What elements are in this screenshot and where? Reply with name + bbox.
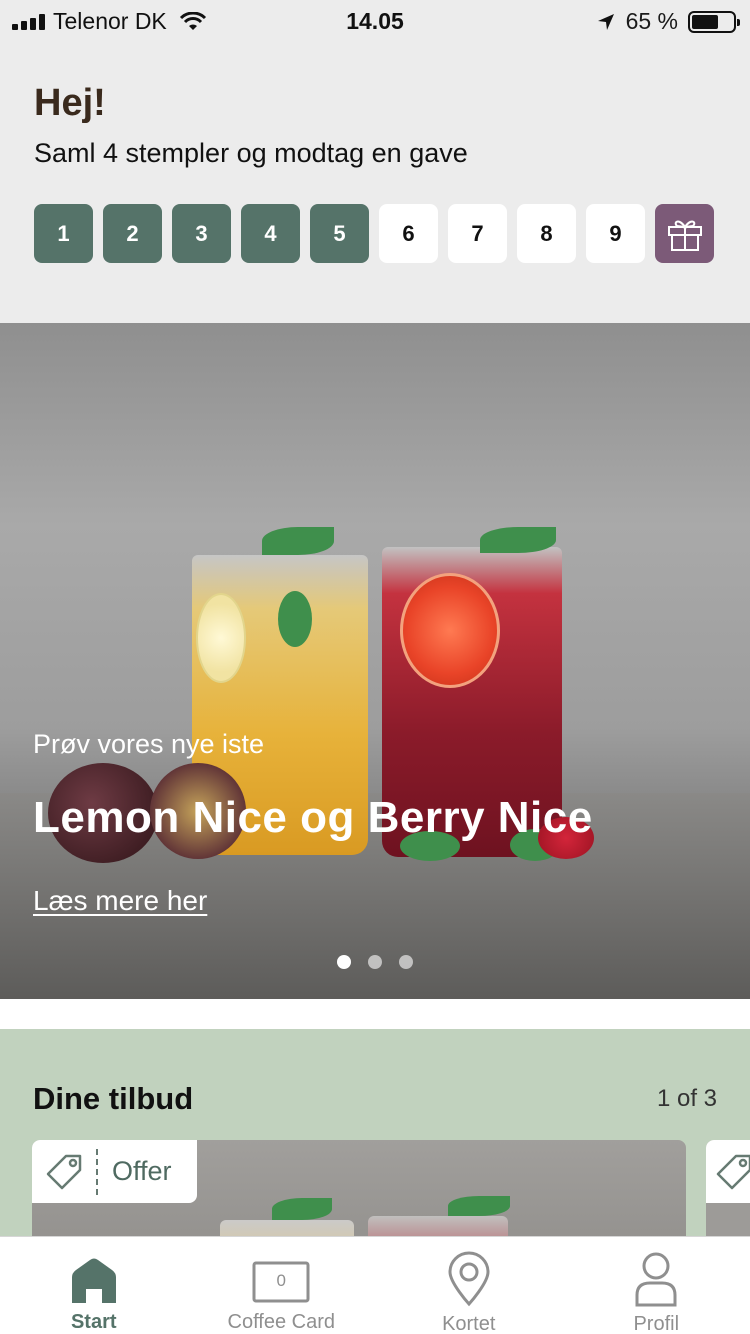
carousel-dot[interactable]	[337, 955, 351, 969]
mint-leaf	[272, 1198, 332, 1220]
lemon-slice	[196, 593, 246, 683]
carousel-dot[interactable]	[368, 955, 382, 969]
mint-leaf	[278, 591, 312, 647]
stamp: 1	[34, 204, 93, 263]
coffee-card-count: 0	[276, 1271, 286, 1290]
stamp: 3	[172, 204, 231, 263]
tab-start[interactable]: Start	[0, 1237, 188, 1334]
tab-kortet[interactable]: Kortet	[375, 1237, 563, 1334]
tab-label: Coffee Card	[227, 1311, 335, 1333]
home-icon	[71, 1258, 116, 1303]
carousel-dots[interactable]	[0, 955, 750, 969]
stamp: 2	[103, 204, 162, 263]
tag-separator	[96, 1148, 98, 1195]
gift-icon	[667, 220, 702, 251]
carousel-dot[interactable]	[399, 955, 413, 969]
offer-card-next[interactable]	[706, 1140, 750, 1239]
mint-leaf	[262, 527, 334, 555]
tab-bar: Start 0 Coffee Card Kortet Profil	[0, 1236, 750, 1334]
price-tag-icon	[46, 1154, 82, 1189]
mint-leaf	[448, 1196, 510, 1216]
offer-tag-label: Offer	[112, 1156, 172, 1186]
tab-label: Kortet	[442, 1313, 496, 1334]
stamp: 6	[379, 204, 438, 263]
price-tag-icon	[716, 1154, 750, 1189]
tab-label: Profil	[633, 1313, 680, 1334]
mint-leaf	[480, 527, 556, 553]
stamp: 4	[241, 204, 300, 263]
stamp-row: 1 2 3 4 5 6 7 8 9	[34, 204, 714, 263]
gift-stamp[interactable]	[655, 204, 714, 263]
user-icon	[635, 1252, 677, 1307]
stamp-instructions: Saml 4 stempler og modtag en gave	[34, 138, 468, 168]
tab-label: Start	[70, 1311, 117, 1333]
section-divider	[0, 999, 750, 1029]
location-arrow-icon	[597, 13, 614, 30]
greeting-title: Hej!	[34, 82, 106, 124]
offers-section: Dine tilbud 1 of 3 Offer	[0, 1029, 750, 1239]
stamp: 5	[310, 204, 369, 263]
status-bar: Telenor DK 14.05 65 %	[0, 0, 750, 42]
stamp: 7	[448, 204, 507, 263]
battery-icon	[688, 10, 740, 33]
offer-tag	[706, 1140, 750, 1203]
promo-banner[interactable]: Prøv vores nye iste Lemon Nice og Berry …	[0, 323, 750, 999]
tab-profil[interactable]: Profil	[563, 1237, 750, 1334]
read-more-link[interactable]: Læs mere her	[33, 885, 207, 917]
banner-kicker: Prøv vores nye iste	[33, 729, 265, 759]
battery-percent: 65 %	[625, 8, 678, 34]
stamp: 9	[586, 204, 645, 263]
tab-coffee-card[interactable]: 0 Coffee Card	[188, 1237, 376, 1334]
map-pin-icon	[448, 1251, 490, 1307]
offer-card[interactable]: Offer	[32, 1140, 686, 1239]
banner-title: Lemon Nice og Berry Nice	[33, 793, 593, 842]
offers-title: Dine tilbud	[33, 1081, 194, 1116]
offer-tag: Offer	[32, 1140, 197, 1203]
stamp: 8	[517, 204, 576, 263]
orange-slice	[400, 573, 500, 688]
offers-counter: 1 of 3	[656, 1085, 717, 1112]
